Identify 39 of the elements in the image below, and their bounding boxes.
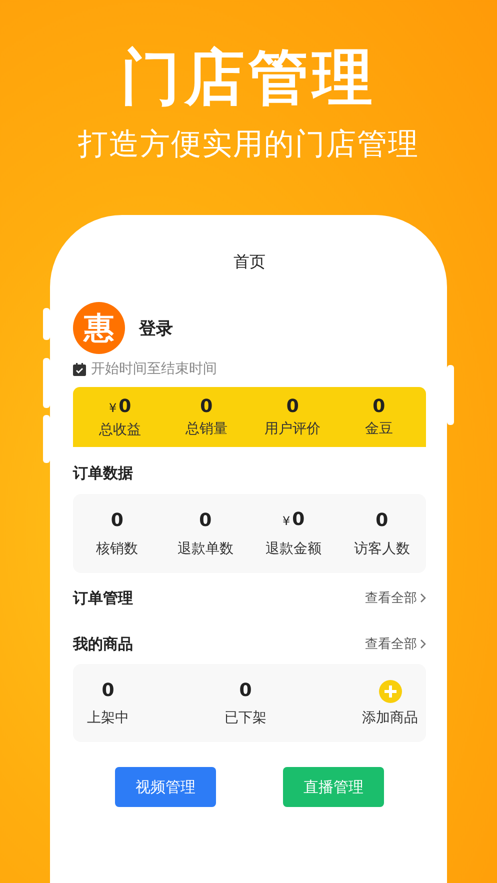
view-all-link[interactable]: 查看全部	[365, 635, 426, 653]
calendar-icon	[73, 362, 86, 376]
stat-value: 0	[286, 396, 299, 418]
currency-symbol: ¥	[109, 400, 117, 416]
product-status-label: 上架中	[87, 708, 129, 726]
headline: 门店管理	[120, 42, 378, 112]
product-status-label: 已下架	[224, 708, 266, 726]
subtitle: 打造方便实用的门店管理	[77, 126, 420, 164]
view-all-link[interactable]: 查看全部	[365, 589, 426, 607]
add-product-label: 添加商品	[362, 708, 418, 726]
stat-value: 0	[376, 510, 388, 532]
product-count: 0	[102, 680, 114, 700]
stat-label: 总销量	[185, 420, 228, 438]
product-count: 0	[239, 680, 252, 700]
stat-label: 金豆	[364, 420, 393, 438]
stat-value: 0	[200, 396, 213, 418]
add-icon[interactable]	[378, 680, 402, 702]
stat-label: 用户评价	[264, 420, 321, 438]
login-link[interactable]: 登录	[139, 316, 173, 340]
store-logo: 惠	[73, 302, 125, 354]
date-range[interactable]: 开始时间至结束时间	[91, 359, 217, 379]
currency-symbol: ¥	[282, 513, 290, 530]
stat-value: 0	[292, 509, 305, 531]
section-title: 订单数据	[73, 464, 133, 482]
stat-label: 退款单数	[177, 540, 234, 558]
stat-label: 访客人数	[354, 540, 410, 558]
section-title: 订单管理	[73, 588, 133, 608]
stat-value: 0	[118, 396, 132, 418]
chevron-right-icon	[420, 639, 426, 649]
stat-value: 0	[372, 396, 386, 418]
section-title: 我的商品	[73, 634, 133, 654]
stat-label: 退款金额	[266, 540, 322, 558]
stat-label: 核销数	[96, 540, 138, 558]
screen-title: 首页	[232, 251, 266, 273]
stat-value: 0	[110, 510, 124, 532]
stat-label: 总收益	[99, 420, 142, 438]
chevron-right-icon	[420, 593, 426, 603]
stat-value: 0	[199, 510, 212, 532]
manage-button[interactable]: 视频管理	[115, 767, 216, 807]
